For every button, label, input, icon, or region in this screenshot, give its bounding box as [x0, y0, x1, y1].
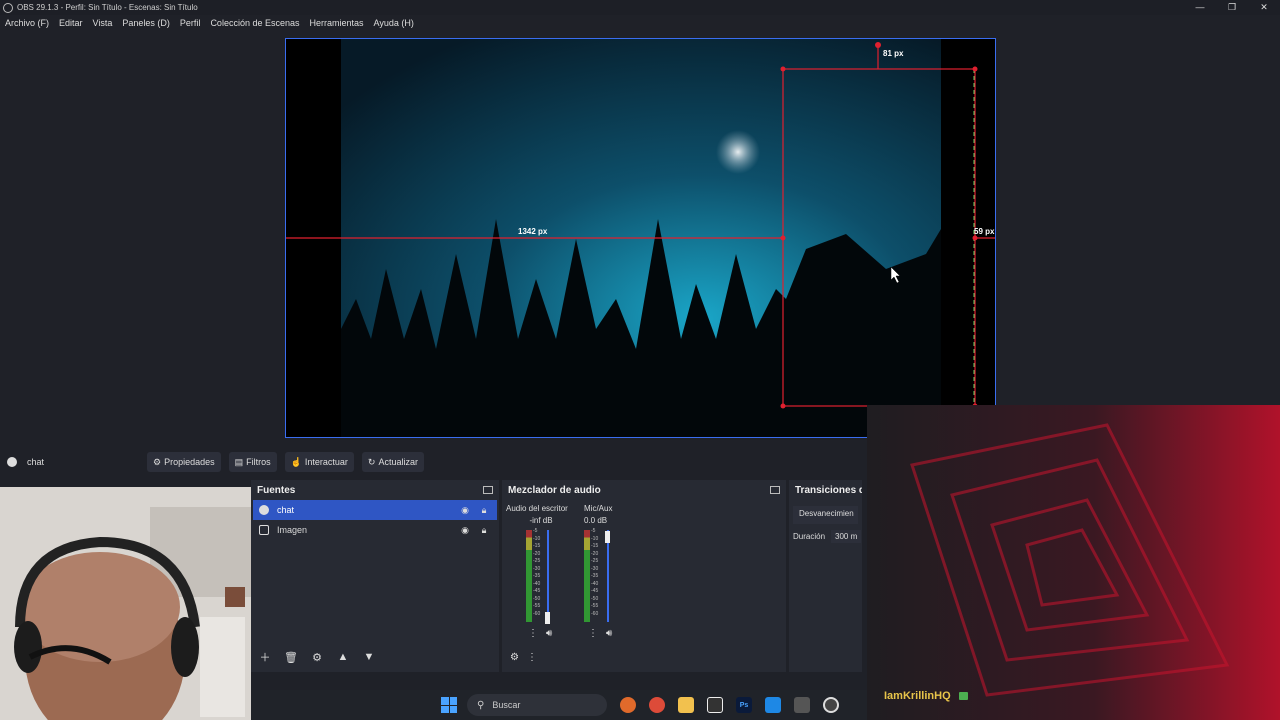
- menu-dots-icon[interactable]: ⋮: [527, 652, 537, 663]
- volume-meter: [526, 530, 532, 622]
- channel-controls: ⋮ 🔊︎: [588, 628, 612, 639]
- windows-taskbar: ⚲ Buscar Ps: [251, 690, 867, 720]
- store-icon[interactable]: [765, 697, 781, 713]
- transition-select[interactable]: Desvanecimien: [793, 506, 858, 524]
- undock-icon[interactable]: [483, 486, 493, 494]
- meter-ticks: -5 -10 -15 -20 -25 -30 -35 -40 -45 -50 -55 -60: [591, 528, 599, 617]
- undock-icon[interactable]: [770, 486, 780, 494]
- audio-mixer-dock: Mezclador de audio Audio del escritor -i…: [502, 480, 786, 672]
- minimize-button[interactable]: —: [1184, 0, 1216, 15]
- hand-icon: ☝: [290, 456, 302, 467]
- filters-button[interactable]: ▤ Filtros: [228, 452, 277, 472]
- advanced-audio-icon[interactable]: ⚙: [510, 652, 519, 663]
- photoshop-icon[interactable]: Ps: [736, 697, 752, 713]
- menu-archivo[interactable]: Archivo (F): [0, 18, 54, 28]
- mixer-header: Mezclador de audio: [502, 480, 786, 500]
- menu-perfil[interactable]: Perfil: [175, 18, 206, 28]
- sources-footer: ＋ 🗑︎ ⚙ ▲ ▼: [255, 648, 379, 666]
- interact-button[interactable]: ☝ Interactuar: [284, 452, 354, 472]
- chat-username: IamKrillinHQ: [884, 690, 968, 702]
- red-pattern-background: [867, 405, 1280, 720]
- source-item-imagen[interactable]: Imagen ◉ 🔒︎: [253, 520, 497, 540]
- lock-icon[interactable]: 🔒︎: [477, 505, 491, 516]
- capcut-icon[interactable]: [707, 697, 723, 713]
- webcam-person-image: [0, 487, 251, 720]
- refresh-button[interactable]: ↻ Actualizar: [361, 452, 424, 472]
- transition-duration: Duración 300 m: [793, 530, 862, 543]
- firefox-icon[interactable]: [620, 697, 636, 713]
- webcam-feed: [0, 487, 251, 720]
- visibility-eye-icon[interactable]: ◉: [458, 525, 472, 536]
- obs-logo-icon: [3, 2, 13, 13]
- visibility-eye-icon[interactable]: ◉: [458, 505, 472, 516]
- properties-button[interactable]: ⚙ Propiedades: [147, 452, 221, 472]
- transitions-dock: Transiciones d Desvanecimien Duración 30…: [789, 480, 862, 672]
- source-toolbar: chat ⚙ Propiedades ▤ Filtros ☝ Interactuar …: [0, 450, 862, 474]
- add-icon[interactable]: ＋: [255, 648, 275, 666]
- title-bar: OBS 29.1.3 - Perfil: Sin Título - Escena…: [0, 0, 1280, 15]
- measure-top-label: 81 px: [883, 49, 904, 58]
- mixer-footer: ⚙ ⋮: [510, 652, 537, 663]
- volume-meter: [584, 530, 590, 622]
- gear-icon[interactable]: ⚙: [307, 648, 327, 666]
- fader-handle[interactable]: [545, 612, 550, 624]
- close-button[interactable]: ✕: [1248, 0, 1280, 15]
- sources-dock: Fuentes chat ◉ 🔒︎ Imagen ◉ 🔒︎ ＋ 🗑︎ ⚙ ▲ ▼: [251, 480, 499, 672]
- menu-editar[interactable]: Editar: [54, 18, 88, 28]
- file-explorer-icon[interactable]: [678, 697, 694, 713]
- volume-fader[interactable]: [547, 530, 549, 622]
- speaker-icon[interactable]: 🔊︎: [606, 628, 612, 639]
- selected-source: chat: [7, 457, 147, 467]
- fader-handle[interactable]: [605, 531, 610, 543]
- taskbar-search[interactable]: ⚲ Buscar: [467, 694, 607, 716]
- filter-icon: ▤: [234, 456, 244, 467]
- channel-controls: ⋮ 🔊︎: [528, 628, 552, 639]
- globe-icon: [7, 457, 17, 467]
- trash-icon[interactable]: 🗑︎: [281, 648, 301, 666]
- menu-dots-icon[interactable]: ⋮: [588, 628, 598, 639]
- maximize-button[interactable]: ❐: [1216, 0, 1248, 15]
- menu-dots-icon[interactable]: ⋮: [528, 628, 538, 639]
- measure-left-label: 1342 px: [518, 227, 548, 236]
- mixer-channel-mic: Mic/Aux 0.0 dB: [584, 504, 613, 525]
- globe-icon: [259, 505, 269, 515]
- app-icon[interactable]: [794, 697, 810, 713]
- speaker-icon[interactable]: 🔊︎: [546, 628, 552, 639]
- chat-overlay: IamKrillinHQ: [867, 405, 1280, 720]
- window-title: OBS 29.1.3 - Perfil: Sin Título - Escena…: [17, 3, 198, 12]
- mixer-channel-desktop: Audio del escritor -inf dB: [506, 504, 568, 525]
- refresh-icon: ↻: [367, 456, 376, 467]
- transitions-header: Transiciones d: [795, 484, 862, 496]
- moon: [716, 130, 760, 174]
- preview-canvas[interactable]: 81 px 1342 px 59 px: [286, 39, 996, 438]
- down-icon[interactable]: ▼: [359, 648, 379, 666]
- menu-herramientas[interactable]: Herramientas: [305, 18, 369, 28]
- menu-paneles[interactable]: Paneles (D): [117, 18, 175, 28]
- obs-taskbar-icon[interactable]: [823, 697, 839, 713]
- windows-start-icon[interactable]: [441, 697, 457, 713]
- gear-icon: ⚙: [153, 456, 162, 467]
- meter-ticks: -5 -10 -15 -20 -25 -30 -35 -40 -45 -50 -55 -60: [533, 528, 541, 617]
- image-icon: [259, 525, 269, 535]
- menu-bar: Archivo (F) Editar Vista Paneles (D) Per…: [0, 15, 419, 31]
- window-controls: — ❐ ✕: [1184, 0, 1280, 15]
- sources-header: Fuentes: [251, 480, 499, 500]
- source-item-chat[interactable]: chat ◉ 🔒︎: [253, 500, 497, 520]
- menu-ayuda[interactable]: Ayuda (H): [369, 18, 419, 28]
- scene-preview[interactable]: 81 px 1342 px 59 px: [285, 38, 996, 438]
- menu-vista[interactable]: Vista: [88, 18, 118, 28]
- search-icon: ⚲: [477, 699, 485, 711]
- volume-fader[interactable]: [607, 530, 609, 622]
- measure-right-label: 59 px: [974, 227, 995, 236]
- chat-badge-icon: [958, 692, 968, 700]
- duration-input[interactable]: 300 m: [831, 530, 862, 543]
- lock-icon[interactable]: 🔒︎: [477, 525, 491, 536]
- up-icon[interactable]: ▲: [333, 648, 353, 666]
- menu-coleccion-escenas[interactable]: Colección de Escenas: [205, 18, 304, 28]
- chrome-icon[interactable]: [649, 697, 665, 713]
